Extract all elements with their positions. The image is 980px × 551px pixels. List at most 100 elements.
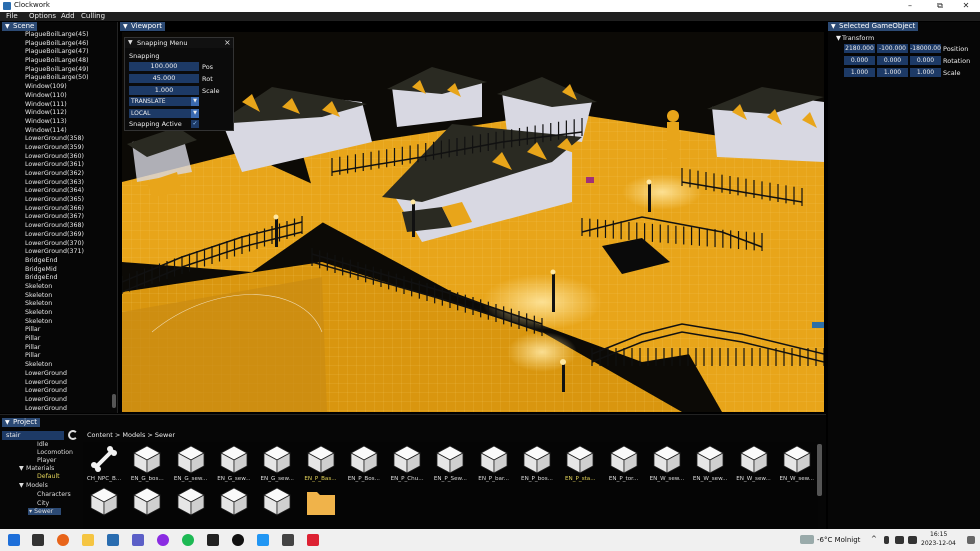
scene-item[interactable]: LowerGround xyxy=(25,405,115,413)
asset-tile[interactable] xyxy=(170,486,212,516)
clock-date[interactable]: 2023-12-04 xyxy=(921,540,956,547)
start-icon[interactable] xyxy=(8,534,20,546)
collapse-arrow-icon[interactable]: ▼ xyxy=(123,22,128,31)
scene-item[interactable]: BridgeEnd xyxy=(25,257,115,266)
tree-item-idle[interactable]: Idle xyxy=(37,441,48,448)
scene-item[interactable]: LowerGround(362) xyxy=(25,170,115,179)
viewport-tab[interactable]: ▼ Viewport xyxy=(120,22,165,31)
scene-item[interactable]: LowerGround(358) xyxy=(25,135,115,144)
chevron-down-icon[interactable]: ▼ xyxy=(191,97,199,106)
clockwork-app-icon[interactable] xyxy=(107,534,119,546)
tree-item-city[interactable]: City xyxy=(37,500,49,507)
scene-item[interactable]: LowerGround(360) xyxy=(25,153,115,162)
scene-item[interactable]: Pillar xyxy=(25,326,115,335)
tree-item-sewer[interactable]: ▾ Sewer xyxy=(28,508,62,515)
scene-tab[interactable]: ▼ Scene xyxy=(2,22,38,31)
firefox-icon[interactable] xyxy=(57,534,69,546)
asset-tile[interactable]: EN_W_sew... xyxy=(689,444,731,482)
notification-icon[interactable] xyxy=(967,536,975,544)
asset-tile[interactable]: EN_P_sta... xyxy=(559,444,601,482)
scene-scrollbar[interactable] xyxy=(112,394,116,408)
weather-text[interactable]: -6°C Molnigt xyxy=(817,536,860,544)
scale-x-field[interactable]: 1.000 xyxy=(844,68,875,77)
scene-item[interactable]: LowerGround(359) xyxy=(25,144,115,153)
scene-item[interactable]: Window(112) xyxy=(25,109,115,118)
scene-item[interactable]: Skeleton xyxy=(25,309,115,318)
scene-item[interactable]: Window(109) xyxy=(25,83,115,92)
menu-options[interactable]: Options xyxy=(29,12,56,21)
asset-tile[interactable] xyxy=(256,486,298,516)
scene-item[interactable]: BridgeMid xyxy=(25,266,115,275)
asset-grid-scrollbar[interactable] xyxy=(817,444,822,496)
scene-item[interactable]: Pillar xyxy=(25,352,115,361)
expand-arrow-icon[interactable]: ▼ xyxy=(19,482,24,489)
scene-item[interactable]: Skeleton xyxy=(25,300,115,309)
scene-item[interactable]: Skeleton xyxy=(25,361,115,370)
menu-file[interactable]: File xyxy=(6,12,18,21)
scene-item[interactable]: LowerGround xyxy=(25,396,115,405)
scene-item[interactable]: LowerGround(366) xyxy=(25,205,115,214)
scene-item[interactable]: LowerGround(369) xyxy=(25,231,115,240)
scene-item[interactable]: LowerGround(368) xyxy=(25,222,115,231)
tree-item-materials[interactable]: Materials xyxy=(26,465,54,472)
scene-item[interactable]: LowerGround xyxy=(25,379,115,388)
asset-tile[interactable]: EN_P_tor... xyxy=(603,444,645,482)
scale-y-field[interactable]: 1.000 xyxy=(877,68,908,77)
recorder-icon[interactable] xyxy=(307,534,319,546)
scene-item[interactable]: BridgeEnd xyxy=(25,274,115,283)
file-explorer-icon[interactable] xyxy=(82,534,94,546)
collapse-arrow-icon[interactable]: ▼ xyxy=(831,22,836,31)
rotation-y-field[interactable]: 0.000 xyxy=(877,56,908,65)
scene-item[interactable]: Skeleton xyxy=(25,292,115,301)
chevron-down-icon[interactable]: ▼ xyxy=(191,109,199,118)
tree-item-characters[interactable]: Characters xyxy=(37,491,71,498)
scene-item[interactable]: LowerGround(367) xyxy=(25,213,115,222)
asset-tile[interactable]: EN_P_Bas... xyxy=(300,444,342,482)
scene-item[interactable]: PlagueBoilLarge(47) xyxy=(25,48,115,57)
microphone-icon[interactable] xyxy=(884,536,889,544)
scene-item[interactable]: PlagueBoilLarge(50) xyxy=(25,74,115,83)
app-icon[interactable] xyxy=(157,534,169,546)
asset-tile[interactable]: EN_W_sew... xyxy=(776,444,818,482)
close-icon[interactable]: × xyxy=(224,38,231,47)
asset-tile[interactable]: EN_P_Sew... xyxy=(429,444,471,482)
scene-item[interactable]: Skeleton xyxy=(25,318,115,327)
scene-item[interactable]: LowerGround(365) xyxy=(25,196,115,205)
scene-item[interactable]: Pillar xyxy=(25,335,115,344)
tray-chevron-icon[interactable]: ^ xyxy=(871,535,877,543)
expand-arrow-icon[interactable]: ▼ xyxy=(19,465,24,472)
scene-item[interactable]: Window(114) xyxy=(25,127,115,136)
terminal-icon[interactable] xyxy=(207,534,219,546)
menu-culling[interactable]: Culling xyxy=(81,12,105,21)
asset-tile[interactable] xyxy=(83,486,125,516)
asset-tile[interactable]: EN_P_Chu... xyxy=(386,444,428,482)
scene-item[interactable]: Pillar xyxy=(25,344,115,353)
transform-mode-dropdown[interactable]: TRANSLATE ▼ xyxy=(129,97,199,106)
app-icon[interactable] xyxy=(257,534,269,546)
scene-item[interactable]: Window(113) xyxy=(25,118,115,127)
maximize-button[interactable]: ⧉ xyxy=(928,0,952,12)
snapping-active-checkbox[interactable]: ✓ xyxy=(191,120,199,128)
teams-icon[interactable] xyxy=(132,534,144,546)
asset-tile[interactable]: EN_G_sew... xyxy=(213,444,255,482)
position-x-field[interactable]: 2180.000 xyxy=(844,44,875,53)
asset-tile[interactable]: EN_W_sew... xyxy=(733,444,775,482)
scene-item[interactable]: Skeleton xyxy=(25,283,115,292)
snap-rot-field[interactable]: 45.000 xyxy=(129,74,199,83)
scene-item[interactable]: PlagueBoilLarge(49) xyxy=(25,66,115,75)
asset-tile[interactable]: EN_P_Bos... xyxy=(343,444,385,482)
asset-tile[interactable]: EN_G_sew... xyxy=(256,444,298,482)
volume-icon[interactable] xyxy=(908,536,917,544)
close-button[interactable]: ✕ xyxy=(954,0,978,12)
asset-tile[interactable] xyxy=(213,486,255,516)
asset-tile[interactable]: EN_G_bos... xyxy=(126,444,168,482)
scene-item[interactable]: Window(110) xyxy=(25,92,115,101)
snapping-menu-header[interactable]: ▼ Snapping Menu × xyxy=(125,38,233,48)
snap-scale-field[interactable]: 1.000 xyxy=(129,86,199,95)
rotation-x-field[interactable]: 0.000 xyxy=(844,56,875,65)
scene-item[interactable]: LowerGround xyxy=(25,370,115,379)
tree-item-player[interactable]: Player xyxy=(37,457,56,464)
asset-tile[interactable]: EN_P_bar... xyxy=(473,444,515,482)
scene-item[interactable]: LowerGround(363) xyxy=(25,179,115,188)
minimize-button[interactable]: – xyxy=(898,0,922,12)
